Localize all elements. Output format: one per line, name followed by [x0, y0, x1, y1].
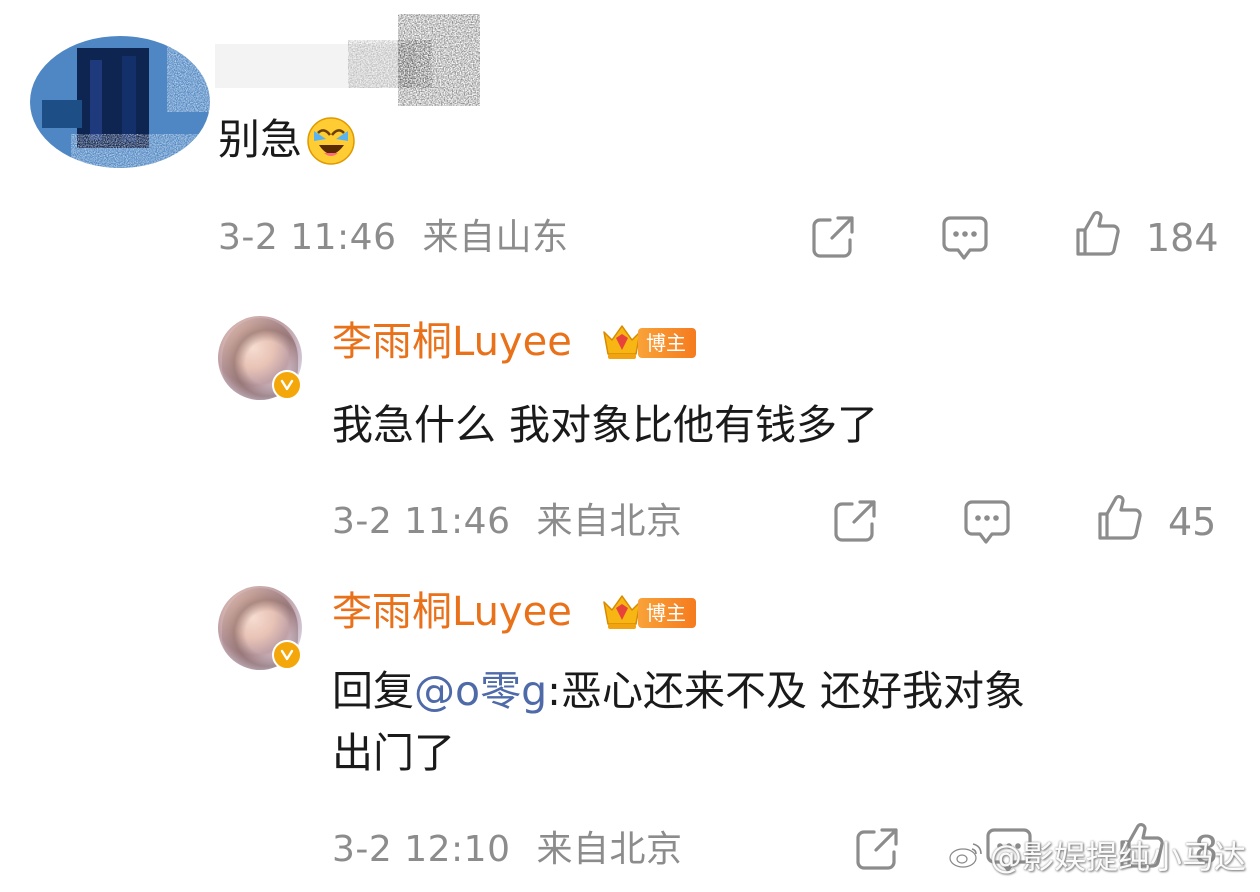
like-count: 45 [1168, 500, 1217, 544]
redacted-avatar[interactable] [22, 30, 218, 178]
verified-icon [272, 640, 302, 670]
comment-time: 3-2 12:10 [332, 829, 511, 870]
reply-username[interactable]: 李雨桐Luyee [332, 318, 572, 366]
reply-meta: 3-2 11:46 来自北京 [332, 500, 682, 544]
comment-thread: 别急 3-2 11:46 来自山东 184 李雨桐Luyee 博主 我急什么 我… [0, 0, 1260, 892]
reply-prefix: 回复 [332, 667, 414, 715]
comment-location: 来自山东 [422, 217, 569, 258]
reply-text-line-1: 回复@o零g:恶心还来不及 还好我对象 [332, 662, 1025, 720]
weibo-logo-icon [949, 843, 982, 868]
like-icon[interactable] [1094, 492, 1144, 542]
mention-link[interactable]: @o零g [414, 667, 547, 715]
verified-icon [272, 370, 302, 400]
comment-icon[interactable] [962, 496, 1012, 546]
top-comment-text: 别急 [218, 115, 303, 164]
redacted-username[interactable] [215, 14, 480, 106]
reply-body: :恶心还来不及 还好我对象 [547, 667, 1025, 715]
like-icon[interactable] [1072, 208, 1122, 258]
reply-meta: 3-2 12:10 来自北京 [332, 828, 682, 872]
share-icon[interactable] [830, 496, 880, 546]
top-comment-text-row: 别急 [218, 112, 358, 168]
share-icon[interactable] [808, 212, 858, 262]
author-badge: 博主 [638, 328, 696, 358]
top-comment-meta: 3-2 11:46 来自山东 [218, 216, 568, 260]
comment-icon[interactable] [940, 212, 990, 262]
reply-text-line-2: 出门了 [332, 729, 455, 777]
comment-time: 3-2 11:46 [218, 217, 397, 258]
comment-location: 来自北京 [536, 501, 683, 542]
reply-text: 我急什么 我对象比他有钱多了 [332, 401, 879, 449]
comment-location: 来自北京 [536, 829, 683, 870]
watermark-text: @影娱提纯小马达 [989, 838, 1246, 876]
share-icon[interactable] [852, 824, 902, 874]
comment-time: 3-2 11:46 [332, 501, 511, 542]
like-count: 184 [1146, 216, 1219, 260]
laughing-crying-emoji-icon [307, 117, 355, 165]
author-badge: 博主 [638, 598, 696, 628]
watermark: @影娱提纯小马达 [948, 832, 1246, 878]
reply-username[interactable]: 李雨桐Luyee [332, 588, 572, 636]
